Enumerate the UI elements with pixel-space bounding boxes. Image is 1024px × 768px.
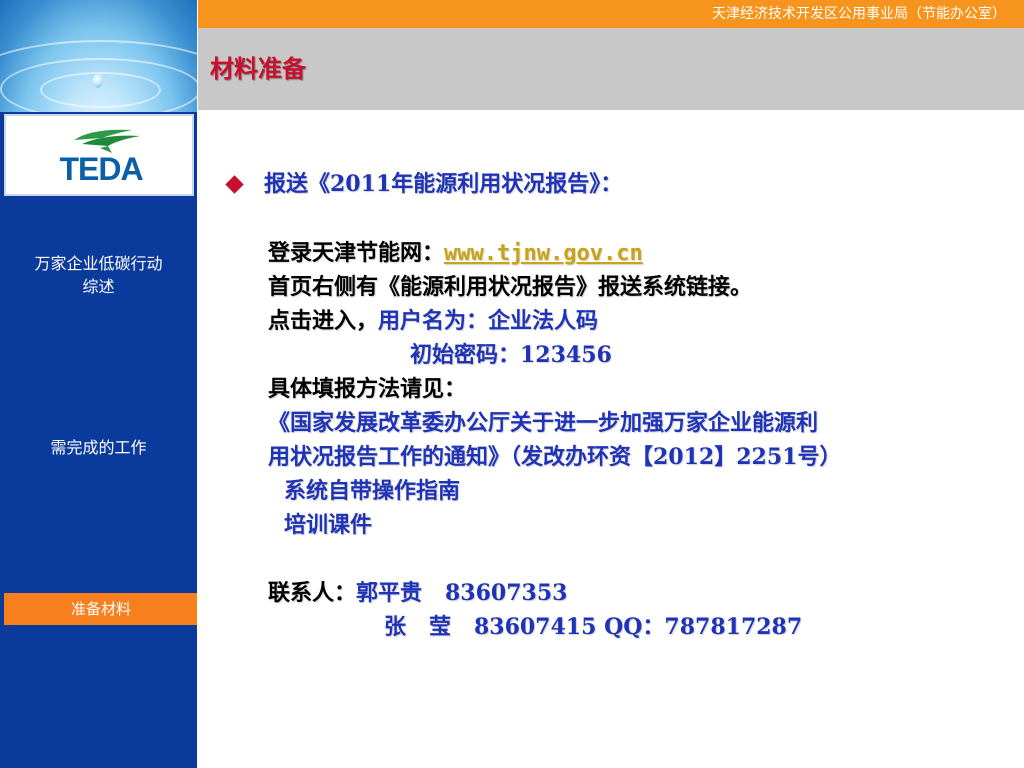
login-line: 登录天津节能网：www.tjnw.gov.cn	[268, 236, 643, 271]
teda-leaf-icon	[74, 129, 140, 153]
teda-logo: TEDA	[4, 114, 194, 196]
contact-person-1: 郭平贵 83607353	[356, 580, 568, 606]
contact-label: 联系人：	[268, 580, 357, 606]
click-prefix: 点击进入，	[268, 308, 379, 334]
password-text: 初始密码：123456	[410, 342, 612, 368]
diamond-bullet-icon	[225, 175, 244, 194]
homepage-line: 首页右侧有《能源利用状况报告》报送系统链接。	[268, 274, 753, 300]
guide-line: 系统自带操作指南	[284, 478, 461, 504]
sidebar-item-prepare-materials[interactable]: 准备材料	[4, 593, 197, 625]
login-prefix: 登录天津节能网：	[268, 240, 445, 266]
water-ripple-image	[0, 0, 197, 112]
page-title: 材料准备	[210, 54, 306, 83]
method-line: 具体填报方法请见：	[268, 376, 467, 402]
report-heading: 报送《2011年能源利用状况报告》：	[264, 171, 623, 197]
header-bar: 天津经济技术开发区公用事业局（节能办公室）	[198, 0, 1024, 28]
sidebar-item-low-carbon[interactable]: 万家企业低碳行动	[0, 253, 197, 275]
teda-logo-text: TEDA	[59, 151, 143, 187]
sidebar: TEDA 万家企业低碳行动 综述 需完成的工作 准备材料	[0, 0, 197, 768]
website-link[interactable]: www.tjnw.gov.cn	[444, 241, 643, 266]
title-bar: 材料准备	[198, 28, 1024, 110]
click-line: 点击进入，用户名为：企业法人码	[268, 304, 598, 338]
contact-person-2: 张 莹 83607415 QQ：787817287	[384, 614, 803, 640]
notice-line-2: 用状况报告工作的通知》（发改办环资【2012】2251号）	[268, 444, 842, 470]
org-name: 天津经济技术开发区公用事业局（节能办公室）	[712, 6, 1006, 22]
contact-line-1: 联系人：郭平贵 83607353	[268, 576, 567, 610]
sidebar-item-required-work[interactable]: 需完成的工作	[0, 437, 197, 459]
training-line: 培训课件	[284, 512, 373, 538]
bullet-wrapper	[222, 167, 252, 201]
username-text: 用户名为：企业法人码	[378, 308, 599, 334]
sidebar-item-overview[interactable]: 综述	[0, 276, 197, 298]
notice-line-1: 《国家发展改革委办公厅关于进一步加强万家企业能源利	[268, 410, 819, 436]
